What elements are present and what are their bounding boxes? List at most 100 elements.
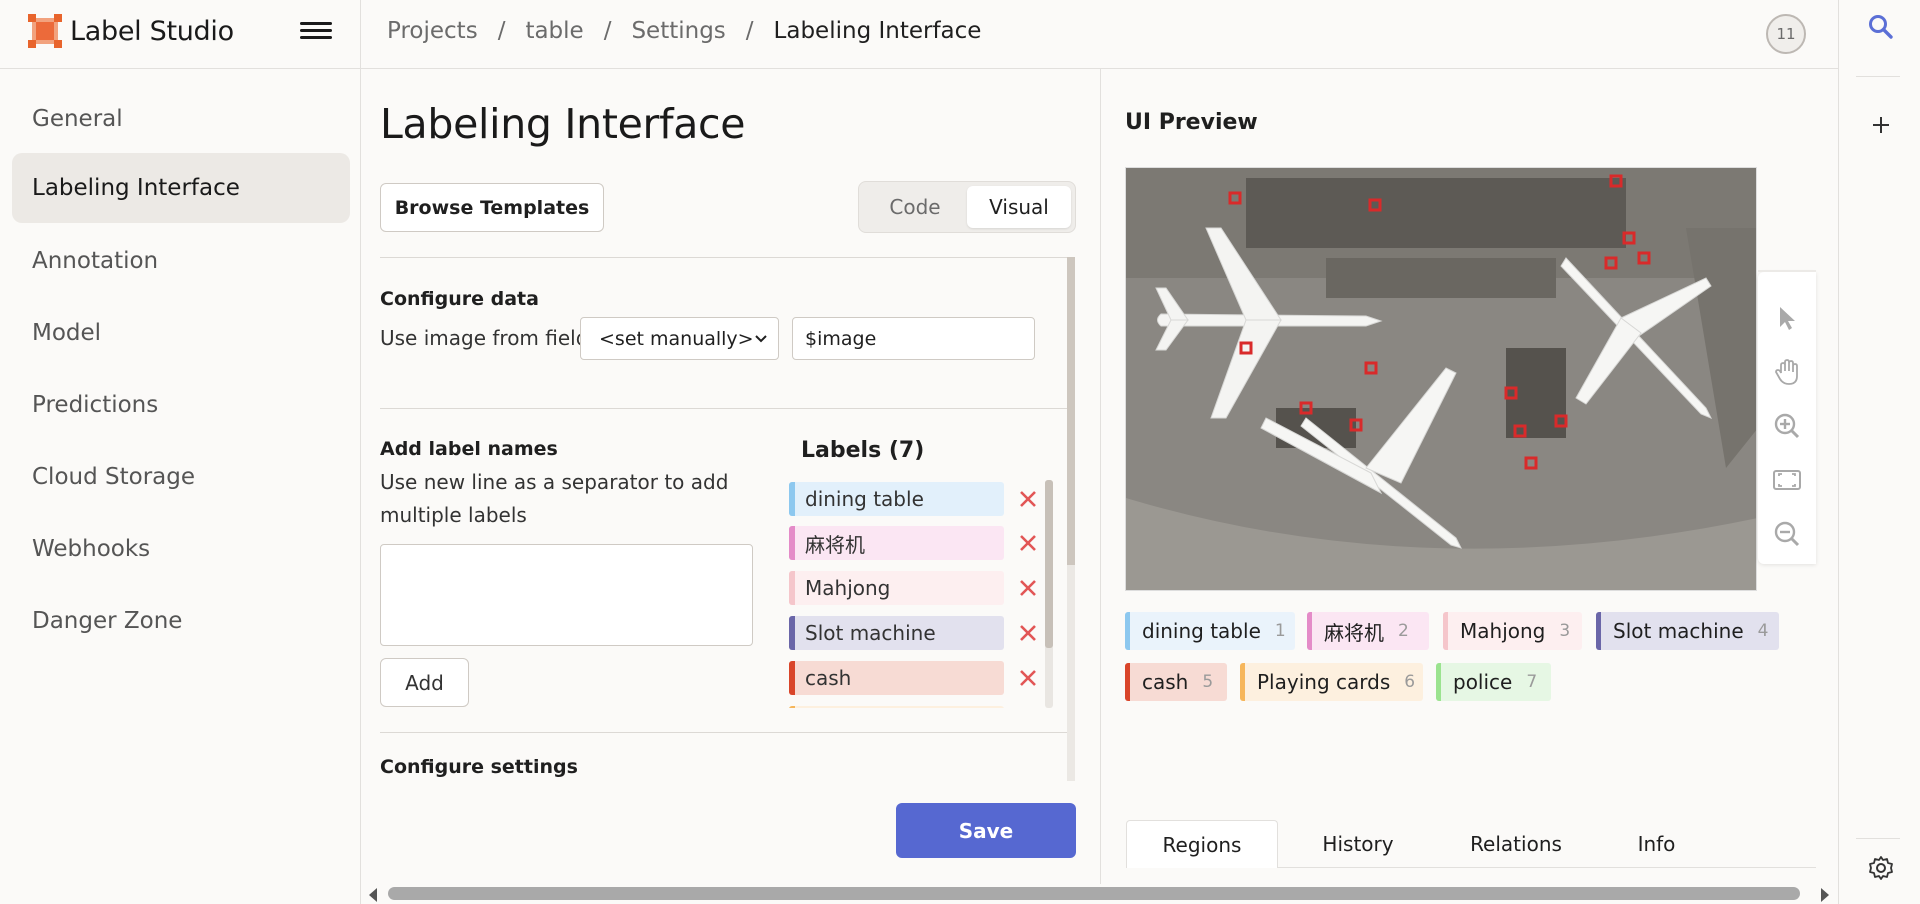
label-name: 麻将机 — [1324, 620, 1384, 645]
label-hotkey: 4 — [1757, 621, 1769, 641]
breadcrumb-projects[interactable]: Projects — [387, 18, 478, 44]
chevron-down-icon — [754, 328, 768, 343]
label-row: Mahjong — [789, 571, 1045, 605]
zoom-out-icon[interactable] — [1772, 519, 1802, 549]
label-name: Slot machine — [1613, 619, 1744, 643]
preview-label-cash[interactable]: cash 5 — [1125, 663, 1227, 701]
preview-label-police[interactable]: police 7 — [1436, 663, 1551, 701]
label-name: Playing cards — [1257, 670, 1391, 694]
tab-history[interactable]: History — [1278, 820, 1438, 868]
sidebar-item-predictions[interactable]: Predictions — [12, 370, 350, 440]
tab-info[interactable]: Info — [1594, 820, 1719, 868]
user-avatar[interactable]: 11 — [1766, 14, 1806, 54]
scroll-right-arrow-icon[interactable] — [1821, 888, 1829, 902]
label-name: 麻将机 — [805, 532, 865, 557]
zoom-in-icon[interactable] — [1772, 411, 1802, 441]
delete-label-icon[interactable] — [1013, 573, 1043, 603]
add-icon[interactable] — [1866, 110, 1896, 140]
sidebar-item-model[interactable]: Model — [12, 298, 350, 368]
horizontal-scrollbar-thumb[interactable] — [388, 887, 1800, 900]
hamburger-menu-icon[interactable] — [300, 18, 332, 46]
browse-templates-button[interactable]: Browse Templates — [380, 183, 604, 232]
sidebar-item-labeling-interface[interactable]: Labeling Interface — [12, 153, 350, 223]
preview-label-mahjong[interactable]: Mahjong 3 — [1443, 612, 1582, 650]
sidebar-item-webhooks[interactable]: Webhooks — [12, 514, 350, 584]
label-name: police — [1453, 670, 1513, 694]
label-color-bar — [1436, 663, 1441, 701]
label-hotkey: 2 — [1398, 621, 1409, 641]
data-field-select-value: <set manually> — [599, 327, 754, 350]
label-name: Slot machine — [805, 621, 936, 645]
scroll-left-arrow-icon[interactable] — [369, 888, 377, 902]
sidebar-item-annotation[interactable]: Annotation — [12, 226, 350, 296]
rail-divider — [1856, 76, 1900, 77]
label-chip-partial[interactable] — [789, 706, 1004, 708]
sidebar-item-general[interactable]: General — [12, 84, 350, 154]
delete-label-icon[interactable] — [1013, 484, 1043, 514]
hand-pan-icon[interactable] — [1772, 357, 1802, 387]
label-name: dining table — [1142, 619, 1261, 643]
gear-icon[interactable] — [1866, 853, 1896, 883]
label-color-bar — [789, 571, 795, 605]
label-names-textarea[interactable] — [380, 544, 753, 646]
label-color-bar — [789, 616, 795, 650]
label-chip[interactable]: 麻将机 — [789, 526, 1004, 560]
preview-image[interactable] — [1125, 167, 1757, 591]
delete-label-icon[interactable] — [1013, 528, 1043, 558]
rail-divider — [1856, 838, 1900, 839]
preview-label-mahjong-table[interactable]: 麻将机 2 — [1307, 612, 1429, 650]
label-hotkey: 3 — [1559, 621, 1571, 641]
label-color-bar — [789, 526, 795, 560]
sidebar-item-danger-zone[interactable]: Danger Zone — [12, 586, 350, 656]
label-chip[interactable]: dining table — [789, 482, 1004, 516]
labels-scrollbar-thumb[interactable] — [1045, 480, 1053, 648]
label-color-bar — [789, 482, 795, 516]
label-studio-logo-icon — [28, 14, 62, 48]
label-chip[interactable]: Slot machine — [789, 616, 1004, 650]
zoom-fit-icon[interactable] — [1772, 465, 1802, 495]
breadcrumb-separator: / — [497, 18, 506, 44]
label-color-bar — [1125, 663, 1130, 701]
breadcrumb-separator: / — [745, 18, 754, 44]
label-hotkey: 1 — [1274, 621, 1286, 641]
airport-aerial-image-icon — [1126, 168, 1756, 590]
label-row: Slot machine — [789, 616, 1045, 650]
tab-regions[interactable]: Regions — [1126, 820, 1278, 868]
delete-label-icon[interactable] — [1013, 663, 1043, 693]
preview-title: UI Preview — [1125, 110, 1258, 135]
app-logo[interactable]: Label Studio — [28, 14, 234, 48]
breadcrumb-project[interactable]: table — [525, 18, 583, 44]
header-divider — [360, 0, 361, 69]
section-divider — [380, 257, 1067, 258]
label-chip[interactable]: cash — [789, 661, 1004, 695]
preview-label-dining-table[interactable]: dining table 1 — [1125, 612, 1295, 650]
preview-label-playing-cards[interactable]: Playing cards 6 — [1240, 663, 1423, 701]
tab-code[interactable]: Code — [863, 186, 967, 228]
label-name: cash — [1142, 670, 1189, 694]
add-labels-button[interactable]: Add — [380, 658, 469, 707]
preview-label-slot-machine[interactable]: Slot machine 4 — [1596, 612, 1779, 650]
label-row — [789, 706, 1045, 708]
section-divider — [380, 732, 1067, 733]
labels-count-title: Labels (7) — [801, 438, 925, 463]
pointer-icon[interactable] — [1772, 303, 1802, 333]
data-field-input[interactable]: $image — [792, 317, 1035, 360]
label-chip[interactable]: Mahjong — [789, 571, 1004, 605]
label-row: cash — [789, 661, 1045, 695]
sidebar-item-cloud-storage[interactable]: Cloud Storage — [12, 442, 350, 512]
data-field-select[interactable]: <set manually> — [580, 317, 779, 360]
label-name: Mahjong — [805, 576, 891, 600]
delete-label-icon[interactable] — [1013, 618, 1043, 648]
label-row: 麻将机 — [789, 526, 1045, 560]
label-row: dining table — [789, 482, 1045, 516]
labels-list: dining table 麻将机 Mahjong Slot machine ca… — [789, 478, 1045, 708]
save-button[interactable]: Save — [896, 803, 1076, 858]
breadcrumb-separator: / — [603, 18, 612, 44]
config-scrollbar-thumb[interactable] — [1067, 257, 1075, 565]
breadcrumb-settings[interactable]: Settings — [631, 18, 725, 44]
tab-relations[interactable]: Relations — [1438, 820, 1594, 868]
search-icon[interactable] — [1866, 12, 1896, 42]
breadcrumb-current: Labeling Interface — [773, 18, 982, 44]
label-color-bar — [1596, 612, 1601, 650]
tab-visual[interactable]: Visual — [967, 186, 1071, 228]
